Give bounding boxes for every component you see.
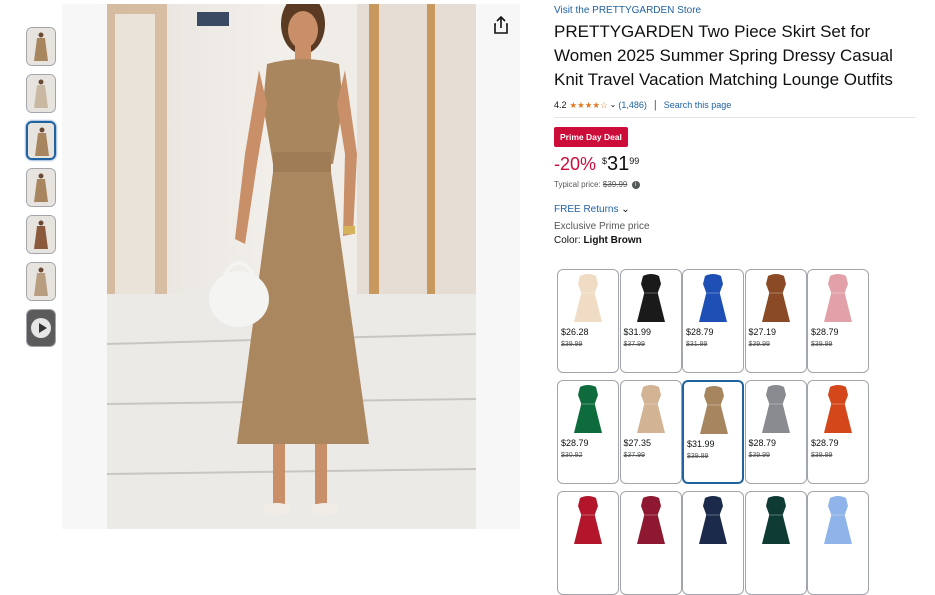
- swatch-price: $28.79: [811, 327, 839, 337]
- dress-thumbnail-icon: [34, 32, 48, 61]
- color-swatch[interactable]: $31.99 $37.99: [619, 269, 682, 373]
- swatch-original-price: $39.99: [748, 452, 770, 459]
- product-main-image[interactable]: [107, 4, 476, 529]
- separator: |: [653, 99, 657, 111]
- dress-thumbnail-icon: [34, 220, 48, 249]
- swatch-price: $28.79: [811, 438, 839, 448]
- image-thumbnail[interactable]: [26, 27, 56, 66]
- typical-price-label: Typical price:: [554, 180, 603, 189]
- price-fraction: 99: [629, 156, 640, 166]
- dress-swatch-icon: [636, 385, 665, 433]
- color-swatch[interactable]: [682, 491, 744, 595]
- swatch-original-price: $37.99: [623, 452, 645, 459]
- swatch-original-price: $39.99: [748, 341, 770, 348]
- dress-swatch-icon: [699, 496, 727, 544]
- share-icon[interactable]: [490, 14, 512, 36]
- swatch-original-price: $39.99: [561, 341, 583, 348]
- divider: [554, 117, 916, 118]
- swatch-price: $26.28: [561, 327, 589, 337]
- swatch-price: $27.35: [623, 438, 652, 448]
- dress-swatch-icon: [574, 496, 602, 544]
- color-swatch[interactable]: $28.79 $39.99: [807, 269, 869, 373]
- dress-swatch-icon: [636, 496, 665, 544]
- dress-swatch-icon: [824, 496, 852, 544]
- color-swatch[interactable]: $26.28 $39.99: [557, 269, 619, 373]
- star-rating-icon[interactable]: ★★★★☆: [570, 98, 608, 112]
- color-swatch[interactable]: $28.79 $30.92: [557, 380, 619, 484]
- chevron-down-icon[interactable]: ⌄: [610, 98, 617, 112]
- swatch-price: $31.99: [623, 327, 652, 337]
- exclusive-prime-label: Exclusive Prime price: [554, 221, 650, 232]
- model-photo: [107, 4, 476, 529]
- dress-swatch-icon: [761, 274, 790, 322]
- dress-swatch-icon: [824, 385, 852, 433]
- color-swatch[interactable]: $28.79 $31.99: [682, 269, 744, 373]
- color-swatch[interactable]: $27.19 $39.99: [744, 269, 807, 373]
- price-row: -20% $ 31 99: [554, 153, 918, 177]
- color-value: Light Brown: [583, 235, 642, 246]
- dress-swatch-icon: [824, 274, 852, 322]
- swatch-price: $28.79: [686, 327, 714, 337]
- discount-percent: -20%: [554, 154, 597, 174]
- swatch-original-price: $31.99: [686, 341, 708, 348]
- free-returns-label: FREE Returns: [554, 204, 619, 215]
- image-thumbnail[interactable]: [26, 168, 56, 207]
- swatch-price: $27.19: [748, 327, 777, 337]
- dress-thumbnail-icon: [34, 79, 48, 108]
- swatch-original-price: $30.92: [561, 452, 583, 459]
- color-row: Color: Light Brown: [554, 234, 918, 248]
- dress-swatch-icon: [761, 496, 790, 544]
- dress-thumbnail-icon: [34, 267, 48, 296]
- product-info: Visit the PRETTYGARDEN Store PRETTYGARDE…: [554, 4, 918, 248]
- typical-price: Typical price: $39.99 i: [554, 179, 918, 191]
- dress-swatch-icon: [574, 274, 602, 322]
- color-swatch[interactable]: [744, 491, 807, 595]
- rating-row: 4.2 ★★★★☆ ⌄ (1,486) | Search this page: [554, 98, 918, 112]
- dress-swatch-icon: [699, 274, 727, 322]
- video-thumbnail[interactable]: [26, 309, 56, 347]
- product-title: PRETTYGARDEN Two Piece Skirt Set for Wom…: [554, 22, 893, 89]
- deal-badge: Prime Day Deal: [554, 127, 628, 147]
- swatch-original-price: $39.99: [811, 452, 833, 459]
- color-swatch[interactable]: [619, 491, 682, 595]
- color-swatch[interactable]: $28.79 $39.99: [744, 380, 807, 484]
- store-link[interactable]: Visit the PRETTYGARDEN Store: [554, 4, 918, 18]
- dress-thumbnail-icon: [35, 127, 49, 156]
- review-count-link[interactable]: (1,486): [618, 98, 647, 112]
- dress-swatch-icon: [761, 385, 790, 433]
- thumbnail-strip: [26, 27, 58, 355]
- swatch-original-price: $39.99: [811, 341, 833, 348]
- image-thumbnail[interactable]: [26, 74, 56, 113]
- free-returns-link[interactable]: FREE Returns ⌄: [554, 203, 918, 217]
- color-swatch[interactable]: $27.35 $37.99: [619, 380, 682, 484]
- color-label: Color:: [554, 235, 584, 246]
- main-image-panel: [62, 4, 520, 529]
- swatch-original-price: $39.99: [687, 453, 709, 460]
- search-this-page-link[interactable]: Search this page: [664, 98, 732, 112]
- swatch-price: $31.99: [687, 439, 715, 449]
- color-swatch[interactable]: [557, 491, 619, 595]
- play-icon: [31, 318, 51, 338]
- swatch-price: $28.79: [748, 438, 777, 448]
- dress-swatch-icon: [636, 274, 665, 322]
- image-thumbnail[interactable]: [26, 262, 56, 301]
- image-thumbnail[interactable]: [26, 121, 56, 160]
- swatch-original-price: $37.99: [623, 341, 645, 348]
- chevron-down-icon: ⌄: [621, 204, 630, 215]
- color-swatch[interactable]: $31.99 $39.99: [682, 380, 744, 484]
- price-whole: 31: [607, 153, 630, 175]
- dress-swatch-icon: [700, 386, 728, 434]
- color-swatch[interactable]: [807, 491, 869, 595]
- info-icon[interactable]: i: [631, 180, 640, 189]
- color-swatch[interactable]: $28.79 $39.99: [807, 380, 869, 484]
- dress-thumbnail-icon: [34, 173, 48, 202]
- swatch-price: $28.79: [561, 438, 589, 448]
- image-thumbnail[interactable]: [26, 215, 56, 254]
- rating-value: 4.2: [554, 100, 567, 110]
- typical-price-value: $39.99: [602, 180, 628, 189]
- dress-swatch-icon: [574, 385, 602, 433]
